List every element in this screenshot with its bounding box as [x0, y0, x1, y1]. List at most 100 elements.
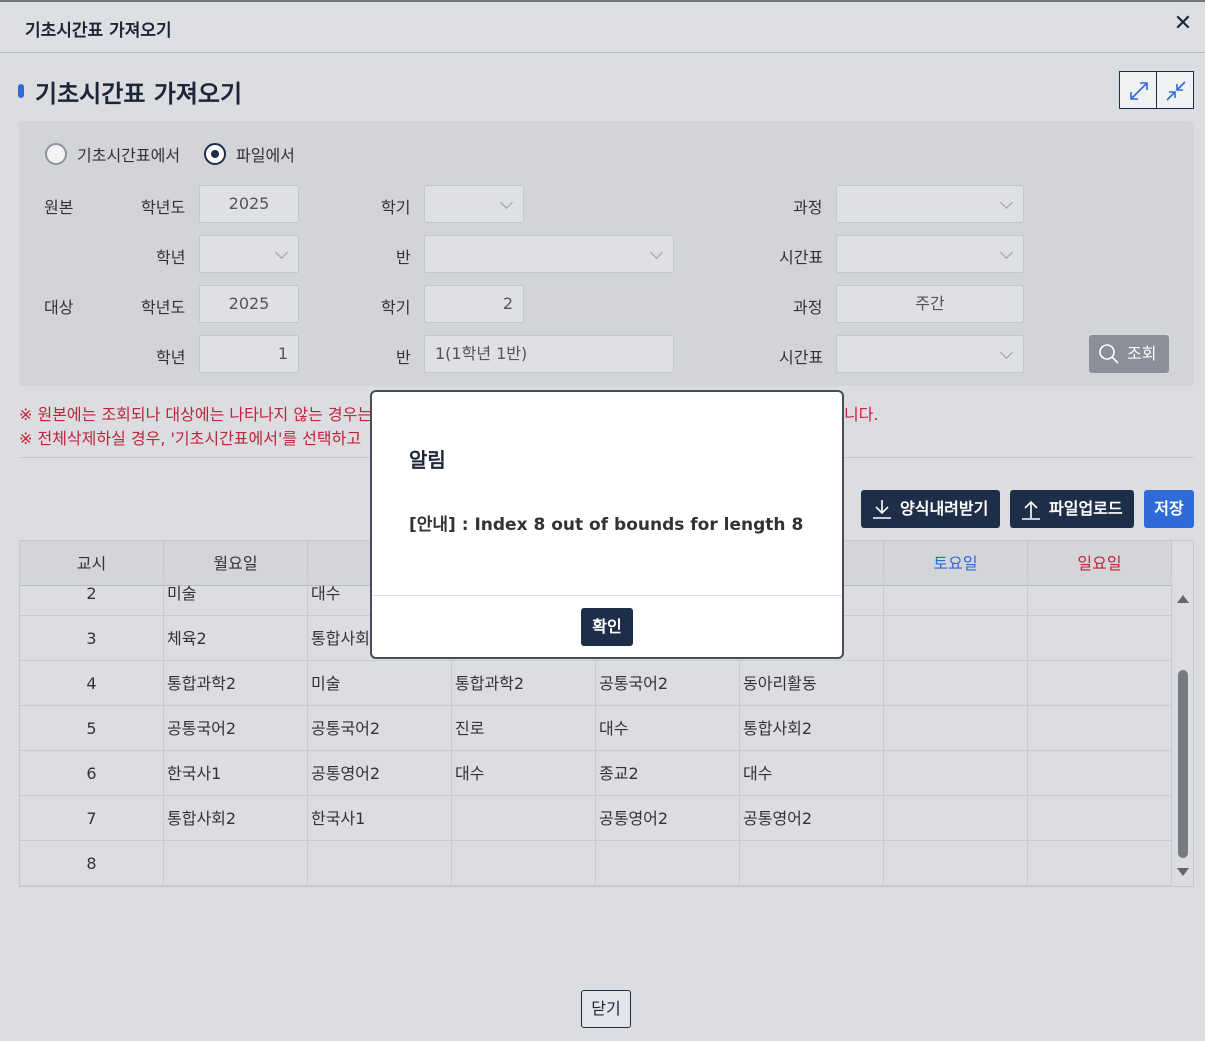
radio-circle-selected[interactable]	[204, 143, 226, 165]
period-cell: 2	[20, 571, 164, 616]
table-cell[interactable]	[308, 841, 452, 886]
table-cell[interactable]	[452, 841, 596, 886]
table-cell[interactable]	[1028, 706, 1172, 751]
collapse-button[interactable]	[1156, 71, 1194, 109]
save-button[interactable]: 저장	[1144, 490, 1194, 528]
label-semester: 학기	[381, 198, 411, 217]
table-row: 8	[20, 841, 1172, 886]
table-cell[interactable]	[884, 796, 1028, 841]
alert-title: 알림	[409, 448, 446, 472]
search-button-label: 조회	[1127, 344, 1157, 363]
upload-label: 파일업로드	[1049, 499, 1123, 518]
upload-file-button[interactable]: 파일업로드	[1010, 490, 1134, 528]
table-cell[interactable]	[164, 841, 308, 886]
scroll-thumb[interactable]	[1178, 670, 1188, 858]
radio-from-file[interactable]: 파일에서	[204, 142, 295, 166]
notice-text-1-end: 니다.	[844, 405, 879, 424]
table-cell[interactable]	[884, 751, 1028, 796]
vertical-scrollbar[interactable]	[1174, 586, 1193, 886]
target-course-field: 주간	[836, 285, 1024, 323]
radio-from-timetable[interactable]: 기초시간표에서	[45, 142, 180, 166]
table-cell[interactable]	[596, 841, 740, 886]
radio-circle[interactable]	[45, 143, 67, 165]
table-cell[interactable]	[1028, 571, 1172, 616]
table-cell[interactable]	[740, 841, 884, 886]
table-cell[interactable]	[1028, 841, 1172, 886]
alert-divider	[372, 595, 842, 596]
table-cell[interactable]: 한국사1	[308, 796, 452, 841]
search-icon	[1099, 344, 1119, 364]
alert-dialog: 알림 [안내] : Index 8 out of bounds for leng…	[370, 390, 844, 659]
period-cell: 7	[20, 796, 164, 841]
table-cell[interactable]: 한국사1	[164, 751, 308, 796]
heading-marker	[18, 84, 24, 98]
table-cell[interactable]	[452, 796, 596, 841]
table-cell[interactable]: 미술	[164, 571, 308, 616]
table-cell[interactable]	[1028, 661, 1172, 706]
table-cell[interactable]	[1028, 616, 1172, 661]
table-cell[interactable]: 미술	[308, 661, 452, 706]
table-cell[interactable]: 진로	[452, 706, 596, 751]
dialog-title: 기초시간표 가져오기	[25, 21, 172, 41]
table-cell[interactable]: 통합과학2	[164, 661, 308, 706]
table-cell[interactable]: 공통영어2	[740, 796, 884, 841]
source-timetable-select[interactable]	[836, 235, 1024, 273]
table-cell[interactable]: 대수	[596, 706, 740, 751]
table-cell[interactable]: 체육2	[164, 616, 308, 661]
download-label: 양식내려받기	[900, 499, 989, 518]
target-class-field: 1(1학년 1반)	[424, 335, 674, 373]
table-cell[interactable]	[884, 706, 1028, 751]
table-cell[interactable]: 통합과학2	[452, 661, 596, 706]
table-cell[interactable]: 통합사회2	[740, 706, 884, 751]
search-button[interactable]: 조회	[1089, 335, 1169, 373]
upload-icon	[1022, 500, 1040, 520]
table-cell[interactable]: 공통영어2	[596, 796, 740, 841]
table-cell[interactable]: 공통국어2	[308, 706, 452, 751]
period-cell: 8	[20, 841, 164, 886]
label-year: 학년도	[141, 198, 186, 217]
table-cell[interactable]: 공통국어2	[164, 706, 308, 751]
table-cell[interactable]: 대수	[740, 751, 884, 796]
expand-button[interactable]	[1119, 71, 1157, 109]
table-cell[interactable]	[1028, 751, 1172, 796]
label-grade: 학년	[156, 348, 186, 367]
label-timetable: 시간표	[779, 248, 824, 267]
table-cell[interactable]	[884, 571, 1028, 616]
label-class: 반	[396, 348, 411, 367]
source-year-field[interactable]: 2025	[199, 185, 299, 223]
table-cell[interactable]	[884, 616, 1028, 661]
label-year: 학년도	[141, 298, 186, 317]
target-year-field: 2025	[199, 285, 299, 323]
table-cell[interactable]	[884, 841, 1028, 886]
alert-ok-button[interactable]: 확인	[581, 608, 633, 646]
table-cell[interactable]	[1028, 796, 1172, 841]
table-cell[interactable]	[884, 661, 1028, 706]
table-row: 4 통합과학2 미술 통합과학2 공통국어2 동아리활동	[20, 661, 1172, 706]
page-title: 기초시간표 가져오기	[35, 80, 243, 108]
table-row: 5 공통국어2 공통국어2 진로 대수 통합사회2	[20, 706, 1172, 751]
radio-label: 기초시간표에서	[77, 146, 181, 165]
source-course-select[interactable]	[836, 185, 1024, 223]
table-cell[interactable]: 종교2	[596, 751, 740, 796]
period-cell: 6	[20, 751, 164, 796]
source-class-select[interactable]	[424, 235, 674, 273]
table-cell[interactable]: 공통국어2	[596, 661, 740, 706]
source-grade-select[interactable]	[199, 235, 299, 273]
source-semester-select[interactable]	[424, 185, 524, 223]
period-cell: 3	[20, 616, 164, 661]
table-cell[interactable]: 대수	[452, 751, 596, 796]
label-grade: 학년	[156, 248, 186, 267]
label-timetable: 시간표	[779, 348, 824, 367]
label-class: 반	[396, 248, 411, 267]
download-template-button[interactable]: 양식내려받기	[861, 490, 1000, 528]
period-cell: 5	[20, 706, 164, 751]
table-cell[interactable]: 동아리활동	[740, 661, 884, 706]
close-icon[interactable]: ✕	[1171, 12, 1195, 36]
close-button[interactable]: 닫기	[581, 990, 631, 1028]
scroll-down-icon[interactable]	[1177, 868, 1189, 876]
table-cell[interactable]: 공통영어2	[308, 751, 452, 796]
table-cell[interactable]: 통합사회2	[164, 796, 308, 841]
label-semester: 학기	[381, 298, 411, 317]
target-timetable-select[interactable]	[836, 335, 1024, 373]
scroll-up-icon[interactable]	[1177, 595, 1189, 603]
